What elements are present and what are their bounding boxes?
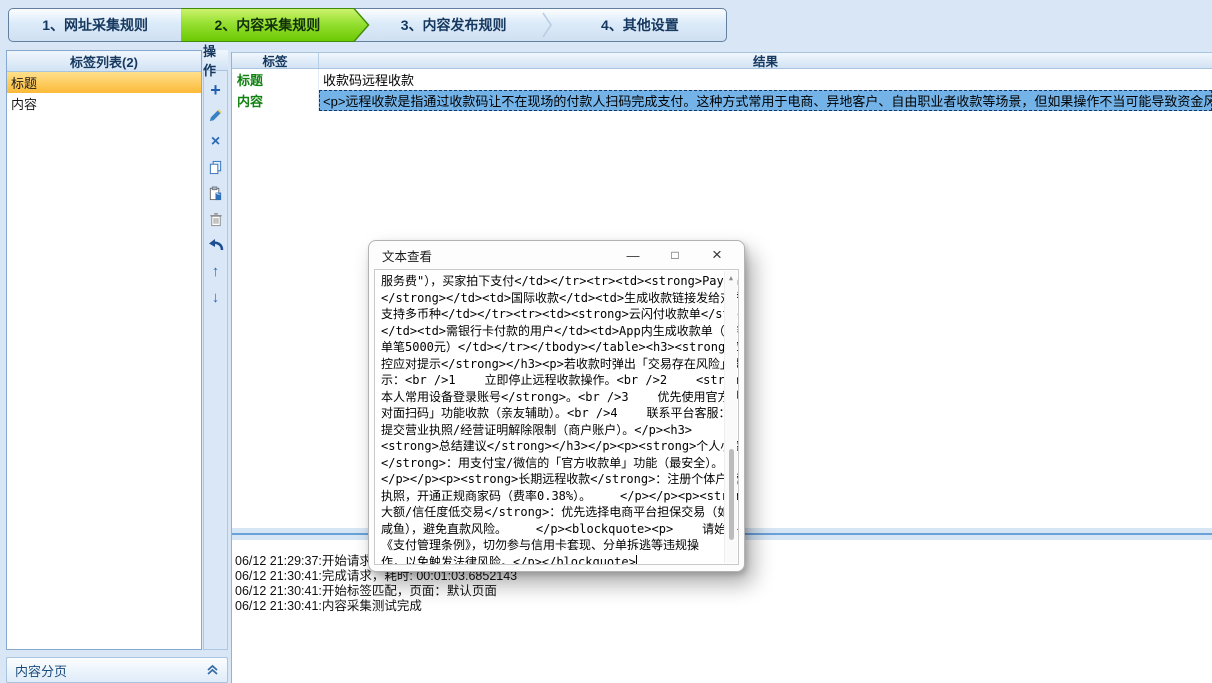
row-tag-label: 内容	[232, 90, 319, 111]
text-line: 支持多币种</td></tr><tr><td><strong>云闪付收款单</s…	[381, 306, 720, 323]
copy-icon	[208, 160, 223, 175]
close-icon: ×	[712, 245, 722, 265]
text-line: 服务费"），买家拍下支付</td></tr><tr><td><strong>Pa…	[381, 273, 720, 290]
tab-publish-rules[interactable]: 3、内容发布规则	[354, 9, 540, 41]
text-line: 《支付管理条例》，切勿参与信用卡套现、分单拆逃等违规操	[381, 537, 720, 554]
tab-label: 1、网址采集规则	[42, 15, 148, 35]
tab-separator-chevron	[540, 9, 554, 41]
text-line: </p></p><p><strong>长期远程收款</strong>：注册个体户…	[381, 471, 720, 488]
move-up-button[interactable]: ↑	[205, 261, 227, 282]
text-view-area[interactable]: 服务费"），买家拍下支付</td></tr><tr><td><strong>Pa…	[374, 269, 739, 565]
text-line: 控应对提示</strong></h3><p>若收款时弹出「交易存在风险」提	[381, 356, 720, 373]
maximize-button[interactable]: □	[654, 241, 696, 269]
text-line: </strong>：用支付宝/微信的「官方收款单」功能（最安全）。	[381, 455, 720, 472]
text-line: <strong>总结建议</strong></h3></p><p><strong…	[381, 438, 720, 455]
dialog-scrollbar[interactable]: ▲	[724, 271, 737, 563]
text-line: 本人常用设备登录账号</strong>。<br />3 优先使用官方「面	[381, 389, 720, 406]
text-viewer-dialog: 文本查看 — □ × 服务费"），买家拍下支付</td></tr><tr><td…	[368, 240, 745, 572]
delete-tag-button[interactable]: ×	[205, 131, 227, 152]
arrow-down-icon: ↓	[212, 290, 220, 305]
minimize-icon: —	[627, 248, 640, 263]
column-header-tag: 标签	[232, 53, 319, 68]
close-button[interactable]: ×	[696, 241, 738, 269]
text-line: 提交营业执照/经营证明解除限制（商户账户）。</p><h3>	[381, 422, 720, 439]
tab-other-settings[interactable]: 4、其他设置	[554, 9, 726, 41]
text-line-last: 作，以免触发法律风险。</p></blockquote>	[381, 554, 720, 566]
undo-button[interactable]	[205, 235, 227, 256]
plus-icon: +	[210, 81, 221, 99]
edit-tag-button[interactable]	[205, 105, 227, 126]
x-icon: ×	[211, 134, 220, 150]
clear-tags-button[interactable]	[205, 209, 227, 230]
content-pagination-label: 内容分页	[15, 661, 67, 680]
operations-header: 操作	[203, 50, 228, 71]
log-line: 06/12 21:30:41:开始标签匹配，页面：默认页面	[235, 584, 1212, 599]
log-line: 06/12 21:30:41:内容采集测试完成	[235, 599, 1212, 614]
copy-tag-button[interactable]	[205, 157, 227, 178]
move-down-button[interactable]: ↓	[205, 287, 227, 308]
text-line: 咸鱼），避免直款风险。 </p><blockquote><p> 请始终遵守	[381, 521, 720, 538]
tag-list-item-content[interactable]: 内容	[7, 93, 201, 114]
operations-column: 操作 + × ↑ ↓	[203, 50, 228, 650]
maximize-icon: □	[671, 248, 678, 262]
tab-label: 3、内容发布规则	[401, 15, 507, 35]
text-line: 对面扫码」功能收款（亲友辅助）。<br />4 联系平台客服：	[381, 405, 720, 422]
text-line: 大额/信任度低交易</strong>：优先选择电商平台担保交易（如	[381, 504, 720, 521]
add-tag-button[interactable]: +	[205, 79, 227, 100]
dialog-titlebar[interactable]: 文本查看 — □ ×	[369, 241, 744, 269]
text-line: 示：<br />1 立即停止远程收款操作。<br />2 <strong>换	[381, 372, 720, 389]
tab-label: 4、其他设置	[601, 15, 679, 35]
scrollbar-thumb[interactable]	[729, 449, 734, 540]
row-tag-label: 标题	[232, 69, 319, 90]
minimize-button[interactable]: —	[612, 241, 654, 269]
pencil-icon	[208, 108, 223, 123]
text-line: 执照，开通正规商家码（费率0.38%）。 </p></p><p><strong>	[381, 488, 720, 505]
tab-label: 2、内容采集规则	[214, 15, 320, 35]
text-caret	[636, 555, 638, 566]
result-table-header: 标签 结果	[232, 52, 1212, 69]
wizard-tab-bar: 1、网址采集规则 2、内容采集规则 3、内容发布规则 4、其他设置	[8, 8, 727, 42]
text-line: </strong></td><td>国际收款</td><td>生成收款链接发给对…	[381, 290, 720, 307]
collapse-chevron-icon[interactable]	[206, 664, 219, 676]
row-result-value-selected[interactable]: <p>远程收款是指通过收款码让不在现场的付款人扫码完成支付。这种方式常用于电商、…	[319, 90, 1212, 111]
paste-tag-button[interactable]	[205, 183, 227, 204]
table-row-content[interactable]: 内容 <p>远程收款是指通过收款码让不在现场的付款人扫码完成支付。这种方式常用于…	[232, 90, 1212, 111]
paste-icon	[208, 186, 223, 201]
tag-list-item-title[interactable]: 标题	[7, 72, 201, 93]
content-pagination-bar[interactable]: 内容分页	[6, 657, 228, 683]
dialog-title: 文本查看	[369, 246, 432, 265]
column-header-result: 结果	[319, 53, 1212, 68]
trash-icon	[209, 212, 223, 227]
tag-list-header: 标签列表(2)	[7, 51, 201, 72]
text-line: 单笔5000元）</td></tr></tbody></table><h3><s…	[381, 339, 720, 356]
text-line: </td><td>需银行卡付款的用户</td><td>App内生成收款单（限额	[381, 323, 720, 340]
tab-content-rules[interactable]: 2、内容采集规则	[181, 9, 353, 41]
row-result-value[interactable]: 收款码远程收款	[319, 69, 1212, 90]
table-row-title[interactable]: 标题 收款码远程收款	[232, 69, 1212, 90]
tab-url-rules[interactable]: 1、网址采集规则	[9, 9, 181, 41]
tag-list-panel: 标签列表(2) 标题 内容	[6, 50, 202, 650]
undo-icon	[208, 239, 224, 252]
scroll-up-icon[interactable]: ▲	[725, 274, 737, 282]
arrow-up-icon: ↑	[212, 264, 220, 279]
